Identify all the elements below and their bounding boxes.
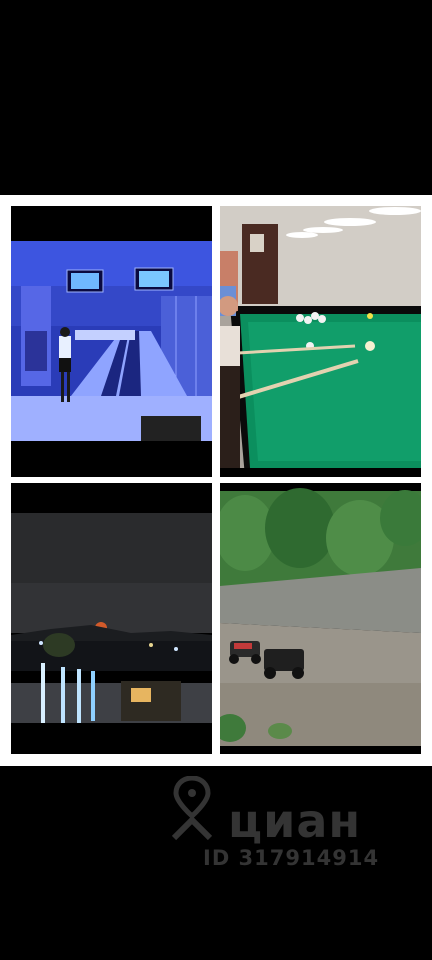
- watermark-listing-id: ID 317914914: [203, 846, 380, 870]
- photo-river-rc-cars: [220, 483, 421, 754]
- cian-watermark: циан ID 317914914: [170, 776, 410, 876]
- watermark-brand: циан: [228, 794, 362, 848]
- map-pin-icon: [171, 776, 213, 841]
- photo-night-sea-view: [11, 483, 212, 754]
- photo-billiards-table: [220, 206, 421, 477]
- photo-bowling-alley: [11, 206, 212, 477]
- photo-collage: [0, 195, 432, 766]
